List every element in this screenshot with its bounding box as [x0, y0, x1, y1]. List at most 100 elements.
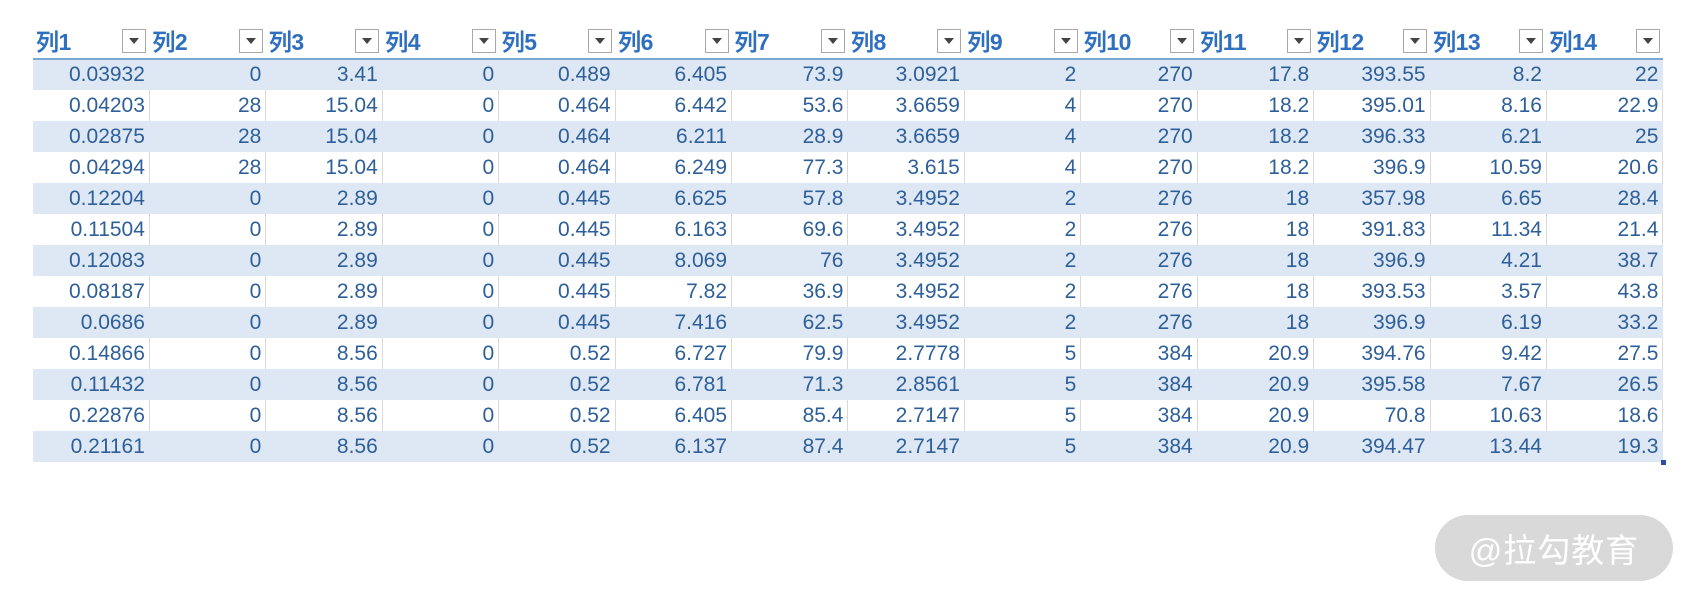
table-cell[interactable]: 8.16 — [1430, 90, 1547, 121]
column-header-2[interactable]: 列2 — [149, 27, 266, 60]
table-cell[interactable]: 270 — [1080, 90, 1198, 121]
table-cell[interactable]: 43.8 — [1546, 276, 1664, 307]
table-cell[interactable]: 0 — [149, 183, 267, 214]
table-cell[interactable]: 21.4 — [1546, 214, 1664, 245]
table-cell[interactable]: 0 — [149, 338, 267, 369]
filter-dropdown-button[interactable] — [1519, 29, 1544, 53]
table-cell[interactable]: 4.21 — [1430, 245, 1547, 276]
table-cell[interactable]: 396.9 — [1313, 152, 1431, 183]
table-cell[interactable]: 0.489 — [498, 59, 616, 90]
table-cell[interactable]: 6.21 — [1430, 121, 1547, 152]
table-cell[interactable]: 2 — [964, 59, 1082, 90]
table-cell[interactable]: 25 — [1546, 121, 1664, 152]
table-cell[interactable]: 6.781 — [615, 369, 733, 400]
table-cell[interactable]: 0 — [149, 59, 267, 90]
table-cell[interactable]: 6.727 — [615, 338, 733, 369]
table-cell[interactable]: 394.47 — [1313, 431, 1431, 462]
table-cell[interactable]: 2.7147 — [847, 431, 965, 462]
table-cell[interactable]: 87.4 — [731, 431, 849, 462]
table-cell[interactable]: 13.44 — [1430, 431, 1547, 462]
table-cell[interactable]: 53.6 — [731, 90, 849, 121]
table-cell[interactable]: 6.405 — [615, 400, 733, 431]
table-cell[interactable]: 276 — [1080, 183, 1198, 214]
table-cell[interactable]: 79.9 — [731, 338, 849, 369]
table-cell[interactable]: 28.4 — [1546, 183, 1664, 214]
table-cell[interactable]: 8.069 — [615, 245, 733, 276]
table-cell[interactable]: 2.89 — [265, 245, 383, 276]
table-cell[interactable]: 71.3 — [731, 369, 849, 400]
filter-dropdown-button[interactable] — [122, 29, 147, 53]
column-header-1[interactable]: 列1 — [33, 27, 150, 60]
table-cell[interactable]: 4 — [964, 152, 1082, 183]
table-cell[interactable]: 8.56 — [265, 369, 383, 400]
filter-dropdown-button[interactable] — [1286, 29, 1311, 53]
table-cell[interactable]: 0 — [149, 400, 267, 431]
table-cell[interactable]: 22 — [1546, 59, 1664, 90]
filter-dropdown-button[interactable] — [1170, 29, 1195, 53]
table-cell[interactable]: 10.59 — [1430, 152, 1547, 183]
table-cell[interactable]: 0.08187 — [33, 276, 150, 307]
table-cell[interactable]: 0.445 — [498, 276, 616, 307]
table-cell[interactable]: 57.8 — [731, 183, 849, 214]
column-header-8[interactable]: 列8 — [847, 27, 965, 60]
filter-dropdown-button[interactable] — [471, 29, 496, 53]
table-cell[interactable]: 0 — [382, 338, 500, 369]
table-cell[interactable]: 384 — [1080, 431, 1198, 462]
table-cell[interactable]: 0 — [382, 214, 500, 245]
table-cell[interactable]: 393.53 — [1313, 276, 1431, 307]
table-cell[interactable]: 396.9 — [1313, 245, 1431, 276]
filter-dropdown-button[interactable] — [937, 29, 962, 53]
table-cell[interactable]: 0 — [382, 431, 500, 462]
table-cell[interactable]: 396.9 — [1313, 307, 1431, 338]
table-cell[interactable]: 0.22876 — [33, 400, 150, 431]
table-cell[interactable]: 7.82 — [615, 276, 733, 307]
table-cell[interactable]: 0.52 — [498, 431, 616, 462]
table-cell[interactable]: 0.21161 — [33, 431, 150, 462]
column-header-14[interactable]: 列14 — [1546, 27, 1663, 60]
table-cell[interactable]: 0.445 — [498, 245, 616, 276]
table-cell[interactable]: 8.56 — [265, 431, 383, 462]
table-cell[interactable]: 2.89 — [265, 276, 383, 307]
table-cell[interactable]: 18.2 — [1197, 121, 1315, 152]
table-cell[interactable]: 15.04 — [265, 121, 383, 152]
table-cell[interactable]: 2.7147 — [847, 400, 965, 431]
table-cell[interactable]: 18 — [1197, 276, 1315, 307]
table-cell[interactable]: 4 — [964, 121, 1082, 152]
filter-dropdown-button[interactable] — [1635, 29, 1660, 53]
table-cell[interactable]: 0.464 — [498, 152, 616, 183]
table-cell[interactable]: 20.9 — [1197, 369, 1315, 400]
table-cell[interactable]: 0 — [149, 276, 267, 307]
table-cell[interactable]: 2 — [964, 214, 1082, 245]
table-cell[interactable]: 77.3 — [731, 152, 849, 183]
table-cell[interactable]: 0.04203 — [33, 90, 150, 121]
table-cell[interactable]: 3.57 — [1430, 276, 1547, 307]
table-cell[interactable]: 2 — [964, 307, 1082, 338]
table-cell[interactable]: 22.9 — [1546, 90, 1664, 121]
table-cell[interactable]: 0.52 — [498, 400, 616, 431]
table-cell[interactable]: 10.63 — [1430, 400, 1547, 431]
table-cell[interactable]: 276 — [1080, 276, 1198, 307]
table-cell[interactable]: 2.8561 — [847, 369, 965, 400]
table-cell[interactable]: 5 — [964, 369, 1082, 400]
table-cell[interactable]: 9.42 — [1430, 338, 1547, 369]
table-cell[interactable]: 0.04294 — [33, 152, 150, 183]
table-cell[interactable]: 6.137 — [615, 431, 733, 462]
table-cell[interactable]: 0 — [382, 307, 500, 338]
table-cell[interactable]: 0.52 — [498, 338, 616, 369]
table-cell[interactable]: 0.445 — [498, 307, 616, 338]
table-cell[interactable]: 0 — [149, 307, 267, 338]
table-cell[interactable]: 18 — [1197, 307, 1315, 338]
table-cell[interactable]: 2 — [964, 276, 1082, 307]
filter-dropdown-button[interactable] — [238, 29, 263, 53]
table-cell[interactable]: 0 — [382, 400, 500, 431]
table-cell[interactable]: 2.7778 — [847, 338, 965, 369]
table-cell[interactable]: 0 — [149, 245, 267, 276]
table-cell[interactable]: 0 — [382, 276, 500, 307]
table-cell[interactable]: 0.0686 — [33, 307, 150, 338]
table-cell[interactable]: 270 — [1080, 59, 1198, 90]
column-header-4[interactable]: 列4 — [382, 27, 499, 60]
table-cell[interactable]: 62.5 — [731, 307, 849, 338]
filter-dropdown-button[interactable] — [820, 29, 845, 53]
table-cell[interactable]: 6.163 — [615, 214, 733, 245]
table-cell[interactable]: 0 — [382, 152, 500, 183]
